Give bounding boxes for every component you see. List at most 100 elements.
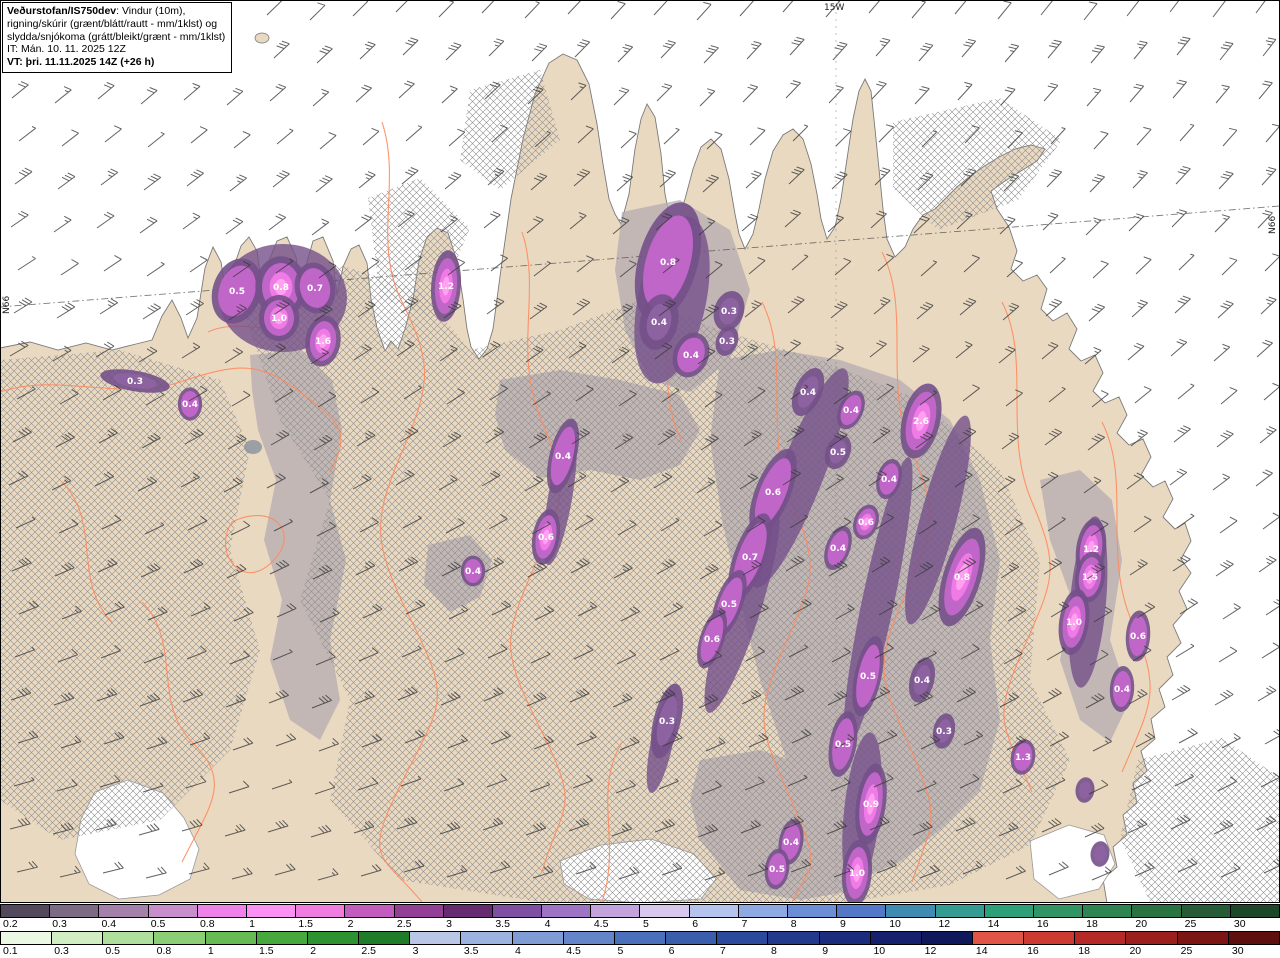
legend-tick-label: 25 xyxy=(1180,945,1193,957)
precip-value-label: 0.5 xyxy=(229,287,245,297)
legend-tick-label: 16 xyxy=(1036,918,1049,930)
precip-value-label: 0.6 xyxy=(765,488,781,498)
legend-tick-label: 10 xyxy=(873,945,886,957)
precip-value-label: 0.5 xyxy=(830,448,846,458)
legend-panel: 0.2 0.3 0.4 0.5 0.8 1 1.5 2 2.5 3 3.5 4 4.5 5 6 7 8 9 10 12… xyxy=(0,903,1280,958)
precip-value-label: 0.4 xyxy=(683,351,699,361)
legend-tick-label: 5 xyxy=(617,945,624,957)
legend-cell xyxy=(344,905,394,917)
precip-value-label: 0.8 xyxy=(660,258,676,268)
model-title: Veðurstofan/IS750dev xyxy=(7,5,117,17)
legend-cell xyxy=(1023,932,1075,944)
legend-tick-label: 0.2 xyxy=(3,918,18,930)
precip-value-label: 1.2 xyxy=(438,282,454,292)
rain-legend-line: rigning/skúrir (grænt/blátt/rautt - mm/1… xyxy=(7,17,218,30)
legend-cell xyxy=(767,932,819,944)
hatch-area xyxy=(1120,738,1280,902)
precip-value-label: 1.6 xyxy=(315,337,331,347)
legend-cell xyxy=(204,932,256,944)
precip-value-label: 0.8 xyxy=(954,573,970,583)
legend-cell xyxy=(295,905,345,917)
precip-value-label: 1.3 xyxy=(1015,753,1031,763)
legend-tick-label: 30 xyxy=(1231,945,1244,957)
legend-cell xyxy=(306,932,359,944)
legend-cell xyxy=(688,905,738,917)
legend-tick-label: 3.5 xyxy=(463,945,479,957)
legend-tick-label: 2.5 xyxy=(361,945,377,957)
legend-cell xyxy=(869,932,921,944)
legend-tick-label: 3.5 xyxy=(495,918,510,930)
precip-value-label: 0.3 xyxy=(659,717,675,727)
precip-value-label: 0.4 xyxy=(914,676,930,686)
legend-cell xyxy=(737,905,787,917)
precip-value-label: 0.4 xyxy=(182,400,198,410)
legend-tick-label: 0.5 xyxy=(105,945,121,957)
precip-value-label: 1.0 xyxy=(271,314,287,324)
legend-cell xyxy=(102,932,154,944)
legend-cell xyxy=(920,932,972,944)
precip-value-label: 0.3 xyxy=(721,307,737,317)
legend-tick-label: 12 xyxy=(938,918,951,930)
legend-tick-label: 16 xyxy=(1027,945,1039,957)
field-description: : Vindur (10m), xyxy=(116,5,186,17)
precip-value-label: 0.4 xyxy=(783,838,799,848)
legend-tick-label: 1.5 xyxy=(259,945,274,957)
lake xyxy=(244,440,262,454)
init-time: IT: Mán. 10. 11. 2025 12Z xyxy=(7,43,126,56)
legend-cell xyxy=(1180,905,1230,917)
legend-cell xyxy=(196,905,246,917)
legend-tick-label: 0.3 xyxy=(54,945,69,957)
legend-cell xyxy=(787,905,837,917)
weather-map: 15W N66 N66 0.5 0.8 0.7 1.0 1.6 1.2 0.3 0.4 0.8 0… xyxy=(0,0,1280,903)
legend-cell xyxy=(665,932,717,944)
legend-cell xyxy=(1032,905,1083,917)
legend-tick-label: 0.4 xyxy=(101,918,117,930)
parallel-label-left: N66 xyxy=(2,296,12,314)
legend-cell xyxy=(541,905,591,917)
precip-value-label: 1.0 xyxy=(1066,618,1082,628)
precip-value-label: 0.4 xyxy=(1114,685,1130,695)
title-line: Veðurstofan/IS750dev: Vindur (10m), xyxy=(7,5,225,18)
legend-cell xyxy=(1131,905,1181,917)
snow-legend-line: slydda/snjókoma (grátt/bleikt/grænt - mm… xyxy=(7,30,226,43)
legend-cell xyxy=(836,905,886,917)
legend-tick-label: 20 xyxy=(1135,918,1148,930)
legend-tick-label: 10 xyxy=(889,918,901,930)
legend-tick-label: 8 xyxy=(771,945,777,957)
legend-tick-label: 9 xyxy=(839,918,846,930)
legend-cell xyxy=(983,905,1033,917)
legend-tick-label: 2 xyxy=(310,945,317,957)
legend-cell xyxy=(491,905,542,917)
legend-bar-sleet-snow xyxy=(0,904,1280,918)
legend-tick-label: 18 xyxy=(1086,918,1098,930)
legend-cell xyxy=(358,932,410,944)
legend-cell xyxy=(49,905,99,917)
legend-tick-label: 0.3 xyxy=(52,918,67,930)
legend-tick-label: 7 xyxy=(719,945,726,957)
legend-cell xyxy=(460,932,512,944)
legend-cell xyxy=(1125,932,1177,944)
legend-cell xyxy=(1,932,52,944)
precip-value-label: 0.5 xyxy=(769,865,785,875)
legend-cell xyxy=(147,905,197,917)
legend-rain: 0.1 0.3 0.5 0.8 1 1.5 2 2.5 3 3.5 4 4.5 5 6 7 8 9 10 12 14 1… xyxy=(0,931,1280,958)
legend-tick-label: 5 xyxy=(643,918,649,930)
precip-value-label: 0.4 xyxy=(465,567,481,577)
legend-tick-label: 4.5 xyxy=(566,945,581,957)
precip-value-label: 0.4 xyxy=(800,388,816,398)
precip-value-label: 0.4 xyxy=(830,544,846,554)
legend-sleet-snow: 0.2 0.3 0.4 0.5 0.8 1 1.5 2 2.5 3 3.5 4 4.5 5 6 7 8 9 10 12… xyxy=(0,904,1280,931)
legend-tick-label: 4 xyxy=(515,945,521,957)
legend-cell xyxy=(639,905,689,917)
legend-cell xyxy=(885,905,935,917)
valid-time: VT: þri. 11.11.2025 14Z (+26 h) xyxy=(7,56,155,69)
precip-value-label: 0.9 xyxy=(863,800,879,810)
legend-cell xyxy=(511,932,563,944)
precip-value-label: 0.5 xyxy=(835,740,851,750)
legend-tick-label: 0.5 xyxy=(150,918,166,930)
legend-cell xyxy=(153,932,205,944)
legend-cell xyxy=(442,905,492,917)
legend-cell xyxy=(590,905,640,917)
legend-cell xyxy=(245,905,296,917)
legend-labels-rain: 0.1 0.3 0.5 0.8 1 1.5 2 2.5 3 3.5 4 4.5 5 6 7 8 9 10 12 14 1… xyxy=(0,945,1280,958)
